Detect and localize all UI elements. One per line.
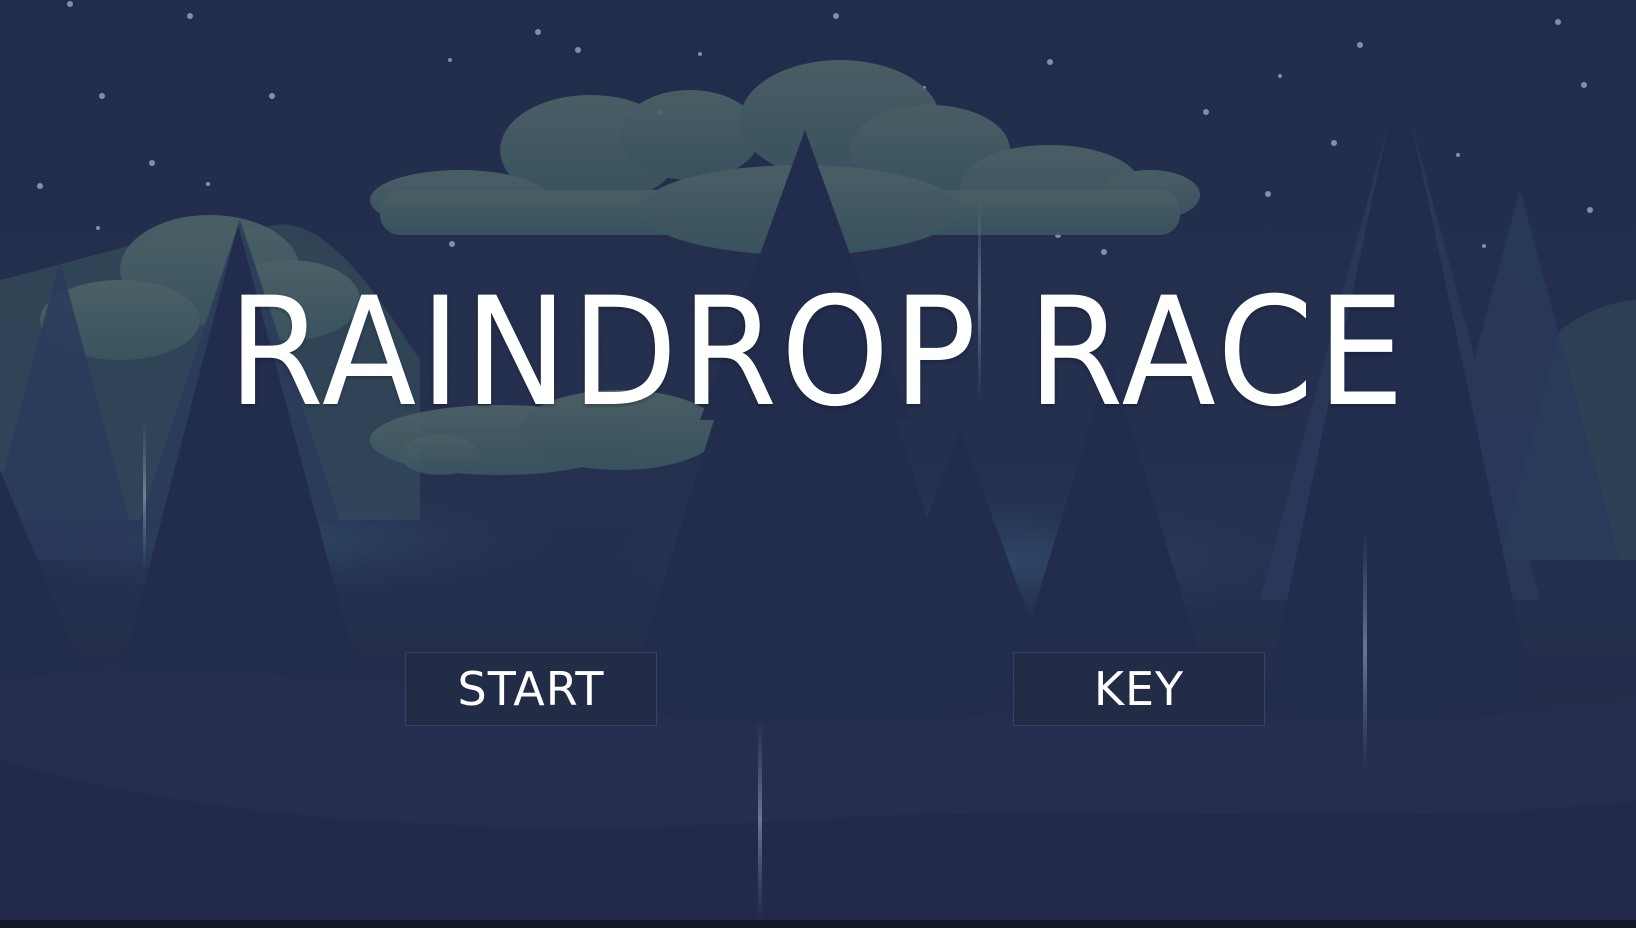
- game-title-screen: RAINDROP RACE START KEY: [0, 0, 1636, 920]
- forest-night-background: [0, 1, 1636, 920]
- start-button[interactable]: START: [405, 652, 657, 726]
- game-title: RAINDROP RACE: [227, 266, 1409, 440]
- key-button[interactable]: KEY: [1013, 652, 1265, 726]
- bottom-edge-bar: [0, 920, 1636, 928]
